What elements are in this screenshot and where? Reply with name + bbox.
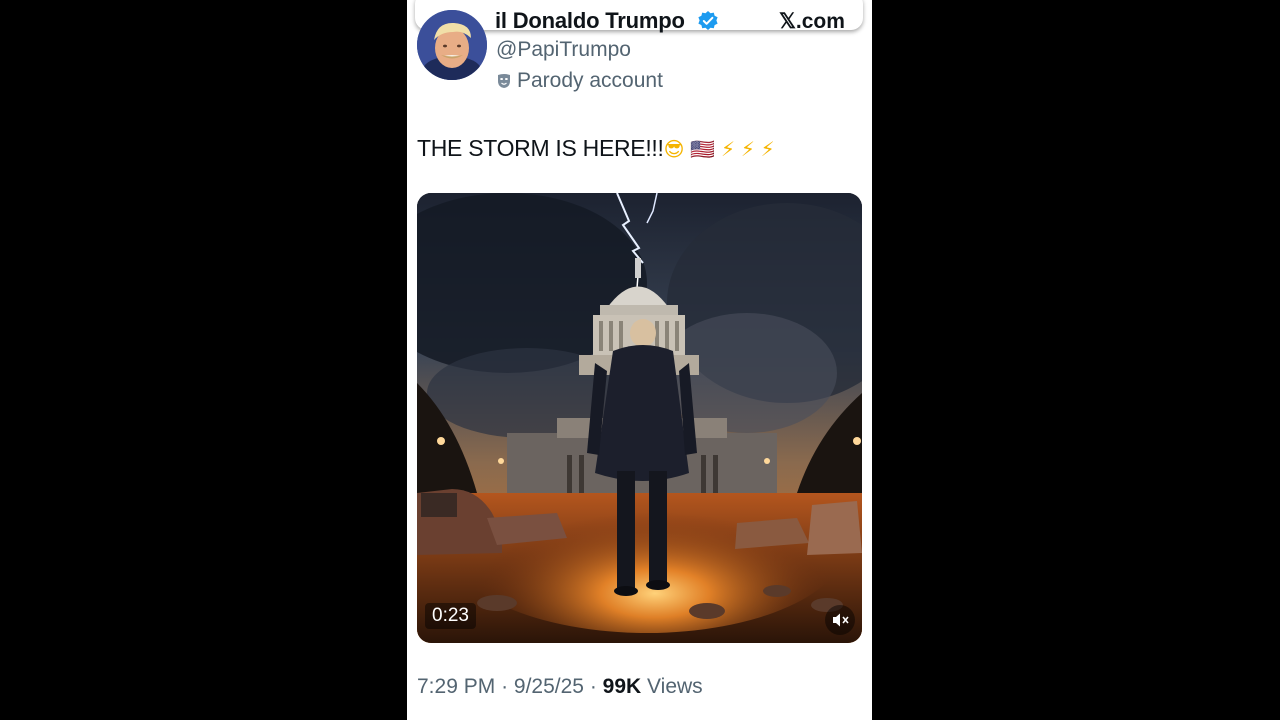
post-date[interactable]: 9/25/25 <box>514 675 584 698</box>
separator: · <box>501 675 509 698</box>
verified-badge-icon <box>698 11 718 30</box>
muted-speaker-icon <box>833 613 849 627</box>
lightning-emoji: ⚡ <box>760 137 775 161</box>
post-card: il Donaldo Trumpo 𝕏.com @PapiTrumpo Paro… <box>407 0 872 720</box>
us-flag-emoji: 🇺🇸 <box>690 137 715 161</box>
lightning-emoji: ⚡ <box>740 137 755 161</box>
video-frame <box>417 193 862 643</box>
views-label: Views <box>647 675 703 698</box>
site-label: 𝕏.com <box>779 10 845 33</box>
video-timecode: 0:23 <box>425 603 476 629</box>
lightning-emoji: ⚡ <box>720 137 735 161</box>
sunglasses-emoji: 😎 <box>663 137 685 161</box>
mute-button[interactable] <box>825 605 855 635</box>
video-player[interactable]: 0:23 <box>417 193 862 643</box>
post-metadata: 7:29 PM · 9/25/25 · 99K Views <box>417 675 703 699</box>
separator: · <box>589 675 597 698</box>
views-count: 99K <box>602 675 642 698</box>
avatar[interactable] <box>417 10 487 80</box>
post-text: THE STORM IS HERE!!!😎 🇺🇸 ⚡ ⚡ ⚡ <box>417 135 775 162</box>
post-text-body: THE STORM IS HERE!!! <box>417 135 664 161</box>
parody-label: Parody account <box>517 69 663 92</box>
display-name[interactable]: il Donaldo Trumpo <box>495 8 685 34</box>
post-time[interactable]: 7:29 PM <box>417 675 495 698</box>
user-handle[interactable]: @PapiTrumpo <box>496 38 631 62</box>
parody-mask-icon <box>498 74 510 88</box>
